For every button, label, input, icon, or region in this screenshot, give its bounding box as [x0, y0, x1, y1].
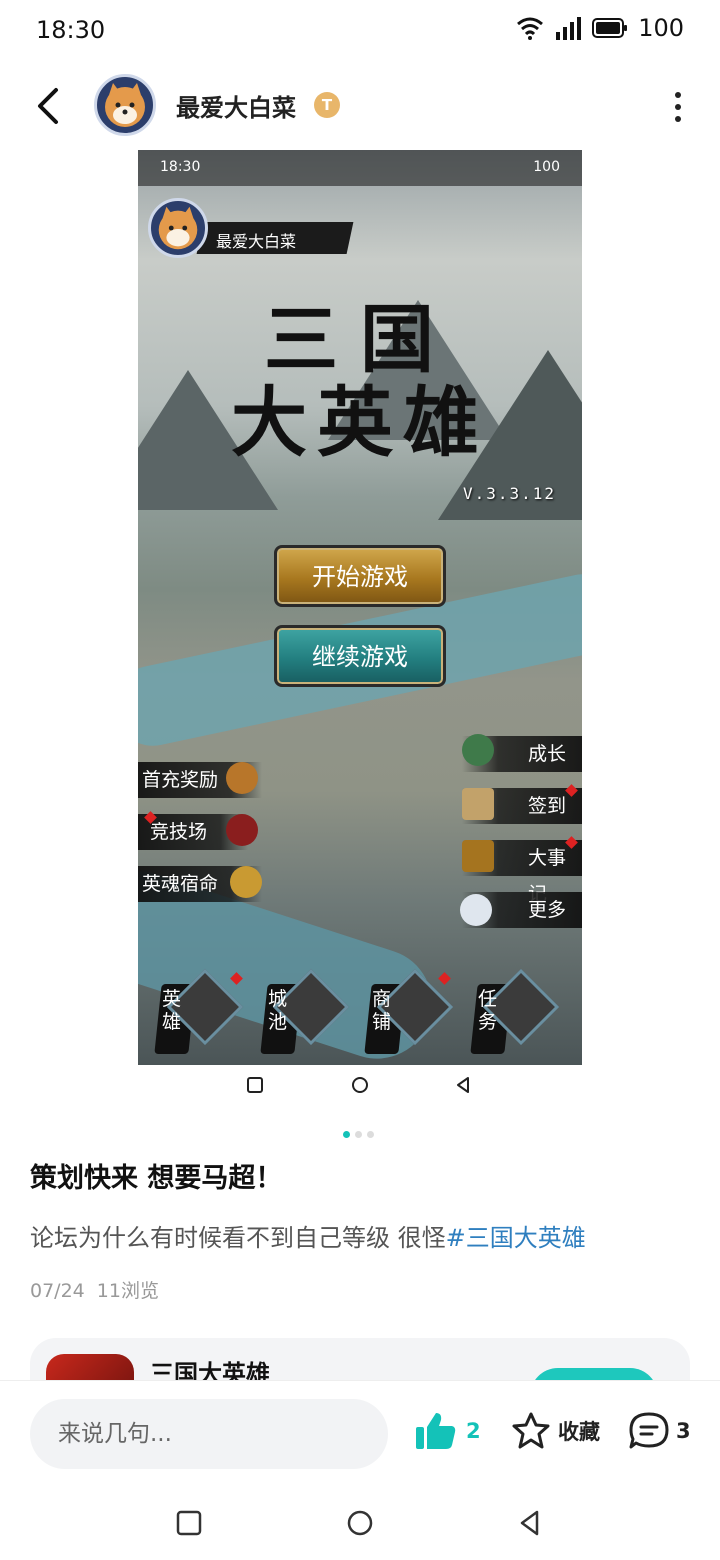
comment-count: 3	[676, 1419, 691, 1443]
post-views: 11浏览	[96, 1280, 159, 1302]
post-hashtag-link[interactable]: #三国大英雄	[446, 1224, 586, 1252]
status-icons: 100	[516, 14, 684, 42]
battery-icon	[592, 18, 628, 38]
circle-nav-icon	[352, 1077, 368, 1093]
post-date: 07/24	[30, 1280, 85, 1302]
tab-quest: 任务	[458, 968, 560, 1056]
continue-game-button: 继续游戏	[274, 625, 446, 687]
tab-shop: 商铺	[352, 968, 454, 1056]
menu-checkin-label: 签到	[528, 795, 567, 817]
game-version: V.3.3.12	[462, 484, 556, 503]
pagoda-icon	[462, 840, 494, 872]
post-image-game-screenshot[interactable]: 18:30 100 最爱大白菜 三国 大英雄 V.3.3.12 开始游戏 继续游…	[138, 150, 582, 1065]
more-options-button[interactable]	[672, 92, 684, 122]
carousel-dot[interactable]	[355, 1131, 362, 1138]
screenshot-status-time: 18:30	[160, 159, 201, 175]
treasure-chest-icon	[226, 762, 258, 794]
game-profile-name: 最爱大白菜	[216, 232, 297, 251]
carousel-dot[interactable]	[367, 1131, 374, 1138]
post-body: 论坛为什么有时候看不到自己等级 很怪#三国大英雄	[30, 1218, 586, 1253]
more-dot-icon	[675, 104, 681, 110]
more-dot-icon	[675, 92, 681, 98]
comment-bubble-icon	[629, 1412, 669, 1449]
author-name[interactable]: 最爱大白菜	[176, 88, 296, 123]
crown-icon	[230, 866, 262, 898]
notification-dot	[438, 972, 451, 985]
triangle-nav-icon	[457, 1077, 469, 1093]
back-button[interactable]	[30, 84, 70, 128]
like-count: 2	[466, 1419, 481, 1443]
menu-arena-label: 竞技场	[150, 821, 208, 843]
star-icon	[512, 1412, 550, 1449]
favorite-button[interactable]: 收藏	[510, 1411, 600, 1451]
like-button[interactable]: 2	[414, 1411, 481, 1451]
tab-hero: 英雄	[142, 968, 244, 1056]
carousel-indicator	[343, 1131, 374, 1138]
post-meta: 07/24 11浏览	[30, 1276, 159, 1303]
signal-icon	[556, 17, 582, 40]
comments-button[interactable]: 3	[628, 1411, 691, 1451]
thumbs-up-icon	[416, 1413, 456, 1449]
recent-apps-button[interactable]	[174, 1508, 204, 1538]
wifi-icon	[517, 17, 544, 40]
author-avatar[interactable]	[94, 74, 156, 136]
menu-growth-label: 成长	[528, 743, 567, 765]
carousel-dot-active[interactable]	[343, 1131, 350, 1138]
status-bar: 18:30 100	[0, 0, 720, 62]
comment-input[interactable]	[30, 1399, 388, 1469]
screenshot-battery-level: 100	[533, 159, 560, 175]
game-title-line2: 大英雄	[231, 378, 489, 468]
post-header: 最爱大白菜 T	[0, 70, 720, 142]
post-body-text: 论坛为什么有时候看不到自己等级 很怪	[30, 1224, 446, 1252]
tab-shop-label: 商铺	[372, 988, 392, 1033]
menu-first-recharge-label: 首充奖励	[142, 769, 219, 791]
porcelain-bowl-icon	[460, 894, 492, 926]
menu-hero-soul-label: 英魂宿命	[142, 873, 219, 895]
game-profile-avatar	[148, 198, 208, 258]
jade-disc-icon	[462, 734, 494, 766]
back-arrow-icon	[38, 88, 58, 124]
game-logo-title: 三国 大英雄	[138, 297, 582, 468]
more-dot-icon	[675, 116, 681, 122]
post-title: 策划快来 想要马超！	[30, 1163, 283, 1194]
square-nav-icon	[247, 1077, 263, 1093]
dragon-mask-icon	[226, 814, 258, 846]
status-time: 18:30	[36, 16, 106, 44]
scroll-icon	[462, 788, 494, 820]
start-game-button: 开始游戏	[274, 545, 446, 607]
game-title-line1: 三国	[264, 297, 456, 383]
favorite-label: 收藏	[558, 1420, 600, 1444]
system-back-button[interactable]	[515, 1508, 545, 1538]
tab-city: 城池	[248, 968, 350, 1056]
shiba-avatar-icon	[158, 206, 198, 250]
battery-level: 100	[638, 14, 684, 42]
shiba-avatar-icon	[105, 83, 145, 127]
tab-quest-label: 任务	[478, 988, 498, 1033]
screenshot-status-bar: 18:30 100	[138, 150, 582, 186]
author-level-badge: T	[314, 92, 340, 118]
menu-more-label: 更多	[528, 899, 567, 921]
tab-city-label: 城池	[268, 988, 288, 1033]
tab-hero-label: 英雄	[162, 988, 182, 1033]
home-button[interactable]	[345, 1508, 375, 1538]
